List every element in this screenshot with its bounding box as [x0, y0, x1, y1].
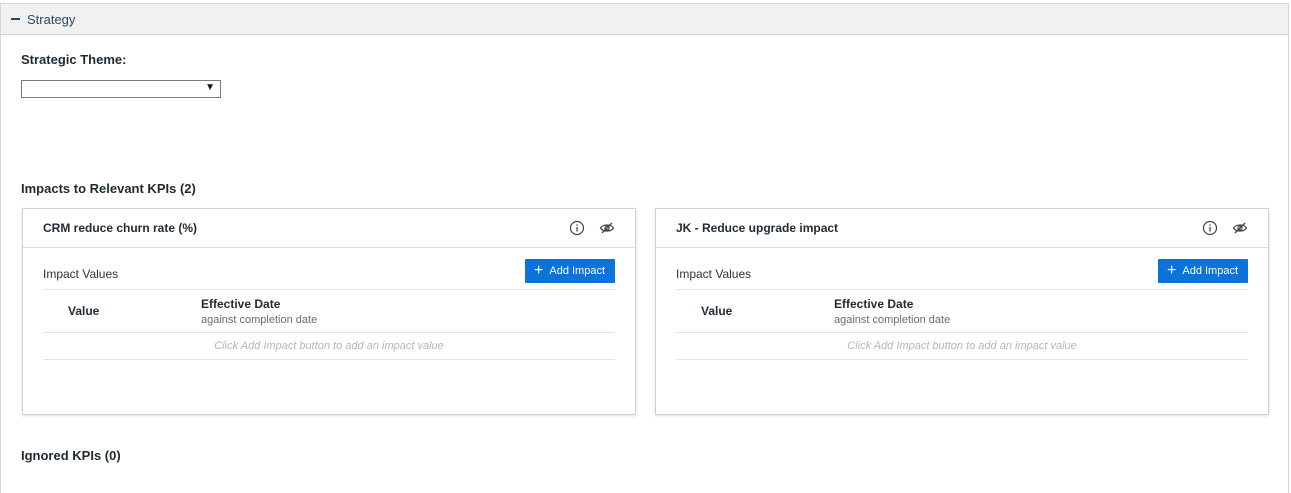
kpi-card: CRM reduce churn rate (%) Impact Values … [22, 208, 636, 415]
plus-icon: + [1167, 261, 1177, 279]
empty-hint: Click Add Impact button to add an impact… [847, 340, 1077, 352]
kpi-card-header: JK - Reduce upgrade impact [656, 209, 1268, 248]
add-impact-label: Add Impact [549, 265, 605, 277]
strategy-section-header[interactable]: Strategy [1, 4, 1288, 35]
col-value: Value [68, 304, 100, 318]
plus-icon: + [534, 261, 544, 279]
strategic-theme-label: Strategic Theme: [21, 52, 127, 67]
col-effective-date: Effective Date [201, 296, 281, 311]
col-effective-date-sub: against completion date [201, 313, 318, 326]
info-icon[interactable] [1202, 220, 1218, 236]
kpi-card: JK - Reduce upgrade impact Impact Values… [655, 208, 1269, 415]
empty-table-row: Click Add Impact button to add an impact… [43, 333, 615, 360]
ignored-kpis-heading: Ignored KPIs (0) [21, 448, 121, 463]
empty-hint: Click Add Impact button to add an impact… [214, 340, 444, 352]
strategic-theme-select[interactable]: ▼ [21, 80, 221, 98]
impact-values-label: Impact Values [43, 267, 119, 281]
collapse-icon[interactable] [11, 18, 20, 20]
col-effective-date: Effective Date [834, 296, 914, 311]
impact-table-header: Value Effective Date against completion … [43, 290, 615, 333]
add-impact-button[interactable]: + Add Impact [1158, 259, 1248, 283]
impact-values-label: Impact Values [676, 267, 752, 281]
kpi-card-title: JK - Reduce upgrade impact [676, 221, 839, 235]
add-impact-button[interactable]: + Add Impact [525, 259, 615, 283]
hide-eye-icon[interactable] [1232, 220, 1248, 236]
add-impact-label: Add Impact [1182, 265, 1238, 277]
info-icon[interactable] [569, 220, 585, 236]
kpi-card-header: CRM reduce churn rate (%) [23, 209, 635, 248]
impacts-heading: Impacts to Relevant KPIs (2) [21, 181, 196, 196]
dropdown-arrow-icon: ▼ [205, 82, 215, 93]
col-effective-date-sub: against completion date [834, 313, 951, 326]
col-value: Value [701, 304, 733, 318]
section-title: Strategy [27, 11, 76, 27]
kpi-card-title: CRM reduce churn rate (%) [43, 221, 198, 235]
hide-eye-icon[interactable] [599, 220, 615, 236]
impact-table-header: Value Effective Date against completion … [676, 290, 1248, 333]
empty-table-row: Click Add Impact button to add an impact… [676, 333, 1248, 360]
